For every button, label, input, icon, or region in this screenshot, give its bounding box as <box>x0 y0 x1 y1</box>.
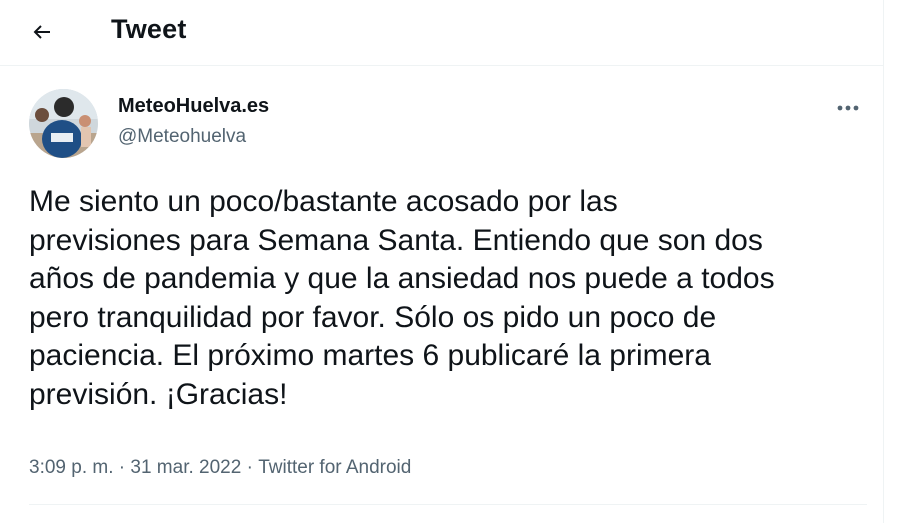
tweet-source[interactable]: Twitter for Android <box>258 457 411 479</box>
arrow-left-icon <box>33 25 50 39</box>
author-display-name[interactable]: MeteoHuelva.es <box>118 95 269 118</box>
tweet-metadata: 3:09 p. m. · 31 mar. 2022 · Twitter for … <box>29 457 411 479</box>
more-horizontal-icon <box>837 105 859 111</box>
avatar[interactable] <box>29 89 98 158</box>
meta-separator: · <box>118 457 126 478</box>
tweet-time[interactable]: 3:09 p. m. <box>29 457 114 479</box>
top-bar: Tweet <box>0 0 884 66</box>
more-options-button[interactable] <box>828 94 868 122</box>
tweet-text: Me siento un poco/bastante acosado por l… <box>29 185 775 411</box>
author-handle[interactable]: @Meteohuelva <box>118 126 246 148</box>
tweet-date[interactable]: 31 mar. 2022 <box>130 457 241 479</box>
profile-photo <box>29 89 98 158</box>
page-title: Tweet <box>111 14 187 44</box>
meta-separator: · <box>246 457 253 478</box>
tweet-page: Tweet MeteoHuelva.es @Meteohuelva Me sie… <box>0 0 884 523</box>
divider <box>29 504 867 505</box>
back-button[interactable] <box>20 12 64 52</box>
